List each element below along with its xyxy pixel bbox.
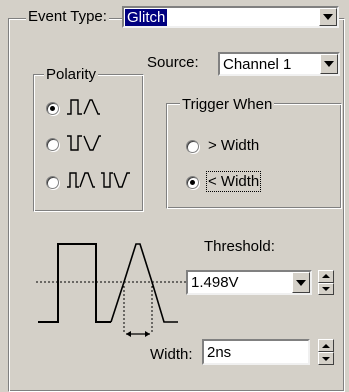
width-value: 2ns (207, 344, 232, 361)
arrow-down-icon (322, 356, 330, 361)
threshold-value: 1.498V (191, 274, 239, 291)
trigger-less-label: < Width (205, 171, 262, 192)
arrow-up-icon (322, 274, 330, 279)
event-type-label: Event Type: (26, 8, 109, 25)
trigger-less-radio[interactable] (186, 176, 199, 189)
positive-pulse-icon (67, 99, 100, 115)
trigger-greater-radio[interactable] (186, 140, 199, 153)
either-pulse-icon (67, 172, 130, 188)
polarity-title: Polarity (44, 66, 99, 83)
threshold-increment-button[interactable] (318, 270, 334, 283)
chevron-down-icon (324, 61, 334, 67)
polarity-either-radio[interactable] (46, 176, 59, 189)
source-dropdown-button[interactable] (320, 54, 338, 74)
trigger-when-group (166, 103, 342, 209)
negative-pulse-icon (67, 135, 101, 151)
event-type-select[interactable]: Glitch (122, 6, 339, 28)
source-value: Channel 1 (223, 56, 292, 73)
event-type-dropdown-button[interactable] (319, 8, 337, 26)
polarity-negative-radio[interactable] (46, 138, 59, 151)
chevron-down-icon (296, 279, 306, 286)
threshold-dropdown-button[interactable] (292, 272, 310, 293)
threshold-select[interactable]: 1.498V (186, 270, 312, 295)
threshold-decrement-button[interactable] (318, 282, 334, 295)
width-input[interactable]: 2ns (202, 339, 310, 365)
arrow-down-icon (322, 286, 330, 291)
source-label: Source: (147, 54, 199, 71)
trigger-greater-label: > Width (208, 137, 260, 154)
width-increment-button[interactable] (318, 339, 334, 352)
glitch-diagram (36, 243, 186, 337)
trigger-when-title: Trigger When (180, 96, 275, 113)
threshold-label: Threshold: (204, 238, 275, 255)
source-select[interactable]: Channel 1 (218, 52, 340, 76)
threshold-spinner[interactable] (318, 270, 334, 295)
polarity-positive-radio[interactable] (46, 102, 59, 115)
event-type-value: Glitch (125, 9, 168, 26)
width-label: Width: (150, 346, 193, 363)
width-decrement-button[interactable] (318, 352, 334, 365)
arrow-up-icon (322, 343, 330, 348)
chevron-down-icon (323, 14, 333, 20)
width-spinner[interactable] (318, 339, 334, 365)
